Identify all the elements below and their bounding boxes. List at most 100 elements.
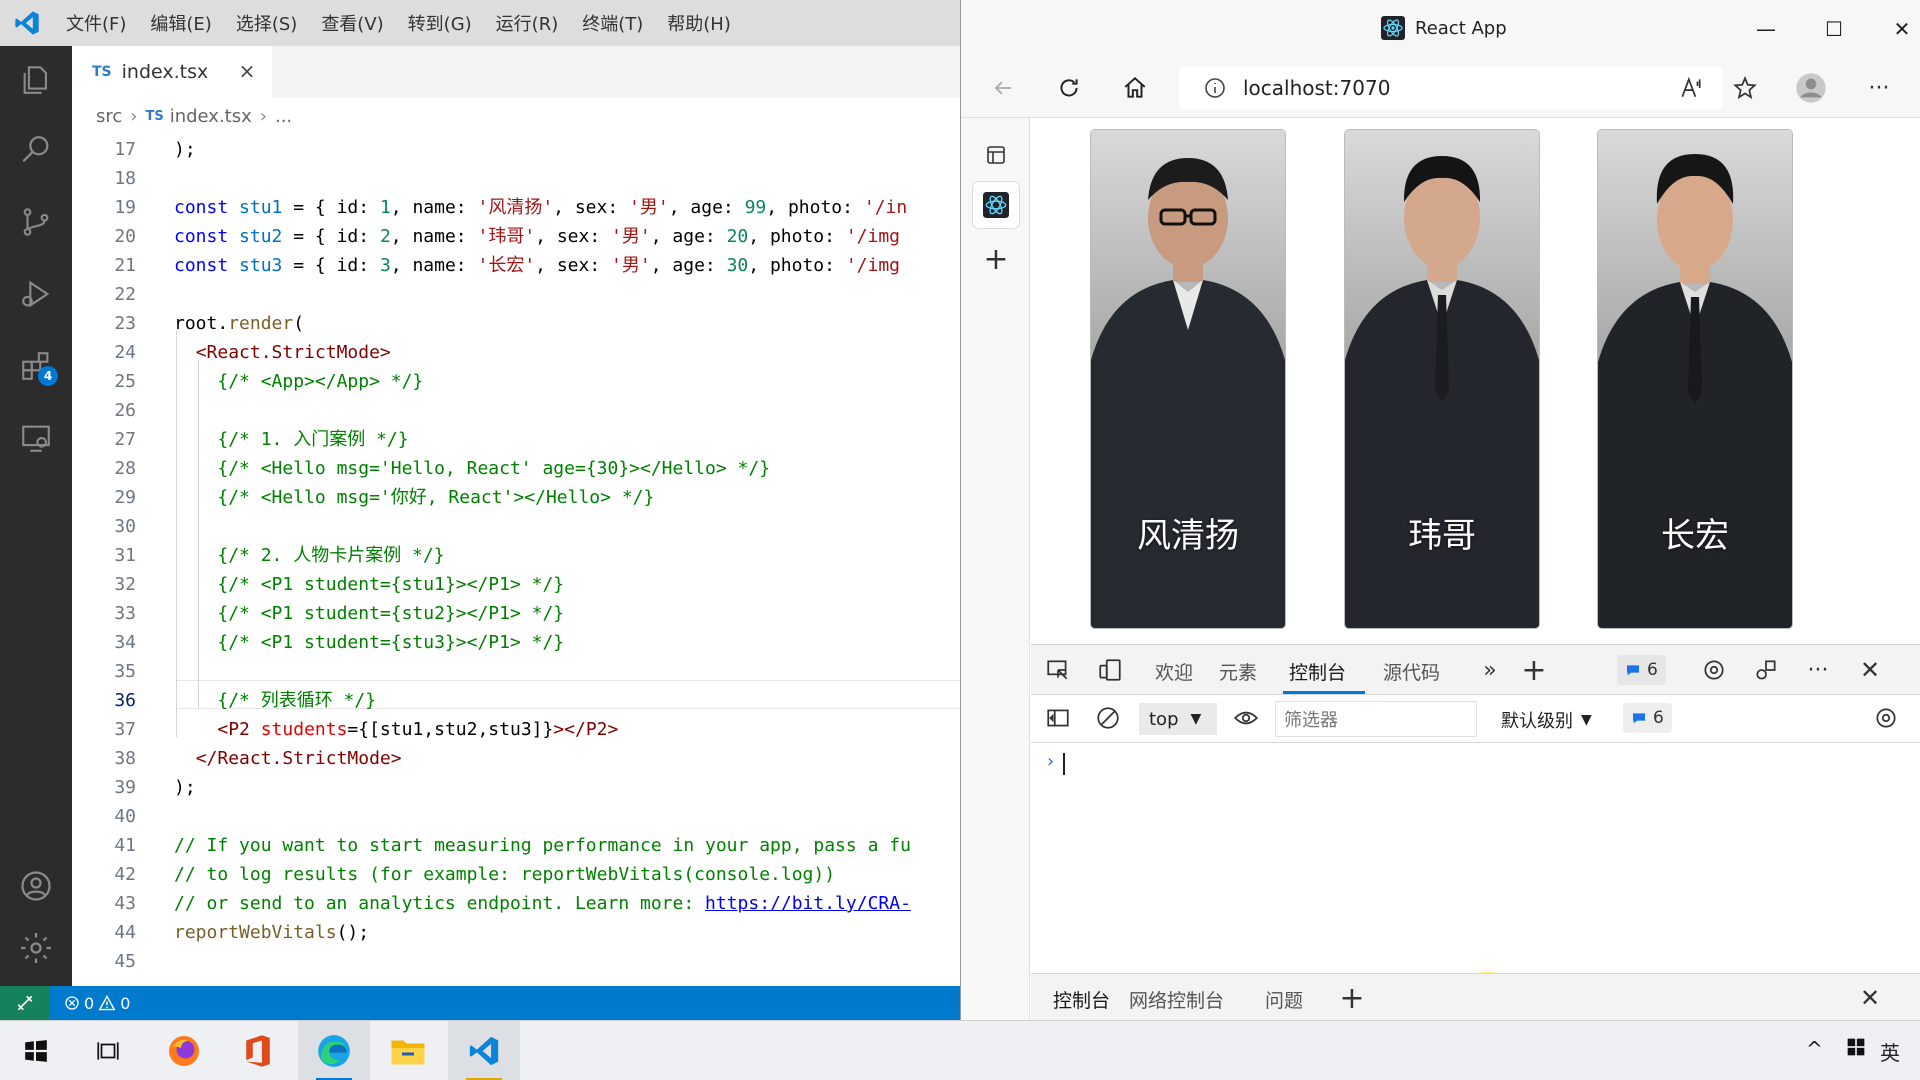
remote-indicator-icon[interactable] [0,986,50,1020]
menu-help[interactable]: 帮助(H) [655,10,743,36]
code-line[interactable]: 29 {/* <Hello msg='你好, React'></Hello> *… [72,483,960,512]
tab-index-tsx[interactable]: TS index.tsx × [72,46,272,98]
task-view-icon[interactable] [72,1021,144,1080]
minimize-icon[interactable]: — [1751,14,1781,44]
code-line[interactable]: 18 [72,164,960,193]
start-windows-icon[interactable] [0,1021,72,1080]
code-line[interactable]: 27 {/* 1. 入门案例 */} [72,425,960,454]
drawer-tab-network-console[interactable]: 网络控制台 [1129,986,1224,1013]
live-expression-eye-icon[interactable] [1231,703,1261,733]
home-icon[interactable] [1117,70,1153,106]
console-settings-gear-icon[interactable] [1871,703,1901,733]
issues-badge[interactable]: 6 [1617,655,1666,685]
more-tabs-chevron-icon[interactable]: » [1475,655,1505,685]
menu-view[interactable]: 查看(V) [309,10,395,36]
code-line[interactable]: 26 [72,396,960,425]
search-icon[interactable] [0,120,72,180]
remote-explorer-icon[interactable] [0,408,72,468]
menu-edit[interactable]: 编辑(E) [138,10,223,36]
code-line[interactable]: 31 {/* 2. 人物卡片案例 */} [72,541,960,570]
code-line[interactable]: 42 // to log results (for example: report… [72,860,960,889]
tray-overflow-chevron-icon[interactable]: ^ [1806,1037,1823,1061]
tab-actions-icon[interactable] [973,132,1019,178]
vscode-taskbar-icon[interactable] [448,1021,520,1080]
code-line[interactable]: 22 [72,280,960,309]
code-line[interactable]: 20 const stu2 = { id: 2, name: '玮哥', sex:… [72,222,960,251]
menu-selection[interactable]: 选择(S) [224,10,309,36]
firefox-icon[interactable] [148,1021,220,1080]
breadcrumb-file[interactable]: index.tsx [170,106,252,127]
source-control-icon[interactable] [0,192,72,252]
tab-welcome[interactable]: 欢迎 [1155,658,1193,685]
code-line[interactable]: 32 {/* <P1 student={stu1}></P1> */} [72,570,960,599]
favorite-star-icon[interactable] [1727,70,1763,106]
student-card[interactable]: 风清扬 [1091,130,1285,628]
settings-gear-icon[interactable] [1699,655,1729,685]
code-line[interactable]: 40 [72,802,960,831]
menu-terminal[interactable]: 终端(T) [570,10,655,36]
more-menu-icon[interactable]: ··· [1861,70,1897,106]
code-line[interactable]: 43 // or send to an analytics endpoint. L… [72,889,960,918]
add-icon[interactable]: + [973,236,1019,282]
more-options-icon[interactable]: ··· [1803,655,1833,685]
tab-elements[interactable]: 元素 [1219,658,1257,685]
file-explorer-icon[interactable] [372,1021,444,1080]
extensions-icon[interactable]: 4 [0,336,72,396]
back-arrow-icon[interactable] [985,70,1021,106]
student-card[interactable]: 玮哥 [1345,130,1539,628]
add-drawer-tab-icon[interactable]: + [1337,981,1367,1016]
menu-file[interactable]: 文件(F) [54,10,138,36]
code-line[interactable]: 30 [72,512,960,541]
code-line[interactable]: 44 reportWebVitals(); [72,918,960,947]
clear-console-icon[interactable] [1093,703,1123,733]
code-line[interactable]: 35 [72,657,960,686]
close-icon[interactable]: × [236,59,258,83]
breadcrumb-more[interactable]: ... [275,106,292,127]
drawer-tab-issues[interactable]: 问题 [1265,986,1303,1013]
code-line[interactable]: 38 </React.StrictMode> [72,744,960,773]
read-aloud-icon[interactable] [1673,70,1709,106]
code-line[interactable]: 21 const stu3 = { id: 3, name: '长宏', sex:… [72,251,960,280]
filter-input[interactable]: 筛选器 [1275,701,1477,737]
edge-icon[interactable] [298,1021,370,1080]
close-drawer-icon[interactable]: ✕ [1855,983,1885,1013]
context-select[interactable]: top ▼ [1139,703,1217,735]
code-line[interactable]: 45 [72,947,960,976]
console-output[interactable]: › [1031,743,1920,1026]
device-emulation-icon[interactable] [1095,655,1125,685]
code-line[interactable]: 33 {/* <P1 student={stu2}></P1> */} [72,599,960,628]
inspect-element-icon[interactable] [1043,655,1073,685]
address-bar[interactable]: localhost:7070 [1179,66,1723,110]
sidebar-toggle-icon[interactable] [1043,703,1073,733]
react-devtools-icon[interactable] [973,182,1019,228]
log-level-select[interactable]: 默认级别 ▼ [1501,707,1592,733]
close-devtools-icon[interactable]: ✕ [1855,655,1885,685]
ime-language-indicator[interactable]: 英 [1880,1037,1900,1066]
message-count-badge[interactable]: 6 [1623,703,1672,733]
drawer-tab-console[interactable]: 控制台 [1053,986,1110,1013]
code-line[interactable]: 37 <P2 students={[stu1,stu2,stu3]}></P2> [72,715,960,744]
code-editor[interactable]: 17); 18 19 const stu1 = { id: 1, name: '风清扬… [72,134,960,986]
student-card[interactable]: 长宏 [1598,130,1792,628]
menu-run[interactable]: 运行(R) [484,10,571,36]
profile-avatar-icon[interactable] [1793,70,1829,106]
maximize-icon[interactable]: ☐ [1819,14,1849,44]
tab-console[interactable]: 控制台 [1289,658,1346,685]
code-line[interactable]: 24 <React.StrictMode> [72,338,960,367]
tab-sources[interactable]: 源代码 [1383,658,1440,685]
code-line[interactable]: 36 {/* 列表循环 */} [72,686,960,715]
run-debug-icon[interactable] [0,264,72,324]
manage-gear-icon[interactable] [0,918,72,978]
problems-indicator[interactable]: 0 0 [64,994,130,1013]
account-icon[interactable] [0,856,72,916]
add-tab-icon[interactable]: + [1519,653,1549,688]
input-method-icon[interactable] [1846,1037,1866,1062]
code-line[interactable]: 41 // If you want to start measuring perf… [72,831,960,860]
code-line[interactable]: 23 root.render( [72,309,960,338]
customize-devtools-icon[interactable] [1751,655,1781,685]
code-line[interactable]: 19 const stu1 = { id: 1, name: '风清扬', sex… [72,193,960,222]
url-text[interactable]: localhost:7070 [1243,76,1390,100]
code-line[interactable]: 28 {/* <Hello msg='Hello, React' age={30… [72,454,960,483]
code-line[interactable]: 39); [72,773,960,802]
refresh-icon[interactable] [1051,70,1087,106]
